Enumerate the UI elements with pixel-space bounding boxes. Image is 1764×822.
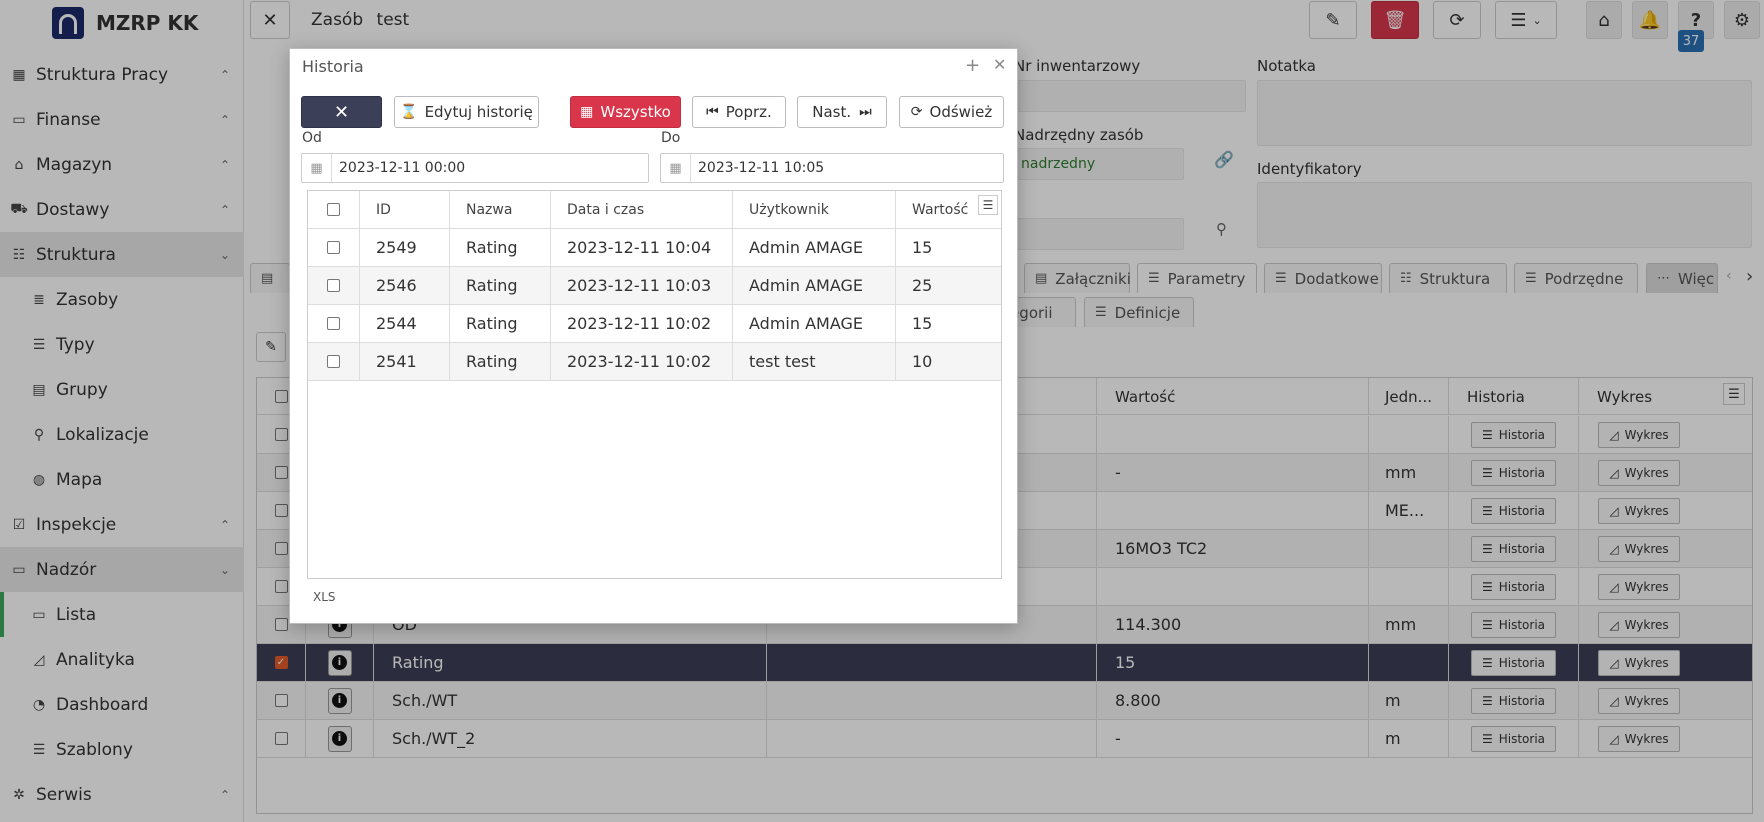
history-id: 2549	[360, 229, 450, 266]
all-label: Wszystko	[600, 103, 671, 121]
history-datetime: 2023-12-11 10:02	[551, 343, 733, 380]
select-all-checkbox[interactable]	[327, 203, 340, 216]
hourglass-icon: ⌛	[400, 104, 418, 120]
calendar-icon[interactable]: ▦	[661, 154, 691, 182]
history-id: 2546	[360, 267, 450, 304]
row-select[interactable]	[308, 229, 360, 266]
history-value: 15	[912, 238, 933, 257]
close-icon: ✕	[333, 101, 350, 123]
history-row[interactable]: 2541 Rating 2023-12-11 10:02 test test 10	[308, 343, 1001, 381]
column-menu-icon[interactable]: ☰	[978, 195, 998, 215]
refresh-history-button[interactable]: ⟳ Odśwież	[899, 96, 1004, 128]
column-header-id[interactable]: ID	[360, 191, 450, 228]
step-backward-icon: ⏮	[706, 104, 719, 120]
history-row[interactable]: 2546 Rating 2023-12-11 10:03 Admin AMAGE 25	[308, 267, 1001, 305]
history-name: Rating	[450, 343, 551, 380]
grid-icon: ▦	[580, 104, 594, 120]
history-name: Rating	[450, 267, 551, 304]
from-date-value: 2023-12-11 00:00	[339, 160, 466, 176]
row-checkbox[interactable]	[327, 317, 340, 330]
edit-history-label: Edytuj historię	[424, 103, 533, 121]
prev-button[interactable]: ⏮ Poprz.	[692, 96, 786, 128]
history-value: 15	[912, 314, 933, 333]
modal-close-button[interactable]: ✕	[301, 96, 382, 128]
step-forward-icon: ⏭	[859, 104, 872, 120]
history-datetime: 2023-12-11 10:03	[551, 267, 733, 304]
refresh-label: Odśwież	[929, 103, 993, 121]
history-value: 25	[912, 276, 933, 295]
history-row[interactable]: 2544 Rating 2023-12-11 10:02 Admin AMAGE 15	[308, 305, 1001, 343]
history-grid: ID Nazwa Data i czas Użytkownik Wartość …	[307, 190, 1002, 579]
history-header-row: ID Nazwa Data i czas Użytkownik Wartość …	[308, 191, 1001, 229]
history-user: Admin AMAGE	[733, 229, 896, 266]
modal-title: Historia	[302, 57, 364, 76]
row-select[interactable]	[308, 343, 360, 380]
modal-close-icon[interactable]: ✕	[993, 55, 1006, 74]
next-label: Nast.	[812, 103, 852, 121]
all-button[interactable]: ▦ Wszystko	[570, 96, 681, 128]
edit-history-button[interactable]: ⌛ Edytuj historię	[394, 96, 539, 128]
history-value: 10	[912, 352, 933, 371]
from-date-field[interactable]: ▦ 2023-12-11 00:00	[301, 153, 649, 183]
to-date-value: 2023-12-11 10:05	[698, 160, 825, 176]
row-checkbox[interactable]	[327, 241, 340, 254]
history-name: Rating	[450, 305, 551, 342]
history-id: 2541	[360, 343, 450, 380]
column-header-uzytkownik[interactable]: Użytkownik	[733, 191, 896, 228]
history-row[interactable]: 2549 Rating 2023-12-11 10:04 Admin AMAGE 15	[308, 229, 1001, 267]
history-user: Admin AMAGE	[733, 305, 896, 342]
calendar-icon[interactable]: ▦	[302, 154, 332, 182]
row-checkbox[interactable]	[327, 279, 340, 292]
row-checkbox[interactable]	[327, 355, 340, 368]
history-datetime: 2023-12-11 10:04	[551, 229, 733, 266]
history-modal: Historia + ✕ ✕ ⌛ Edytuj historię ▦ Wszys…	[289, 48, 1018, 624]
history-datetime: 2023-12-11 10:02	[551, 305, 733, 342]
refresh-icon: ⟳	[910, 104, 923, 120]
to-label: Do	[661, 130, 681, 146]
history-user: test test	[733, 343, 896, 380]
column-header-data[interactable]: Data i czas	[551, 191, 733, 228]
prev-label: Poprz.	[725, 103, 772, 121]
row-select[interactable]	[308, 267, 360, 304]
next-button[interactable]: Nast. ⏭	[797, 96, 887, 128]
row-select[interactable]	[308, 305, 360, 342]
maximize-icon[interactable]: +	[965, 55, 980, 76]
history-name: Rating	[450, 229, 551, 266]
from-label: Od	[302, 130, 322, 146]
history-header-select[interactable]	[308, 191, 360, 228]
column-header-nazwa[interactable]: Nazwa	[450, 191, 551, 228]
history-id: 2544	[360, 305, 450, 342]
to-date-field[interactable]: ▦ 2023-12-11 10:05	[660, 153, 1004, 183]
export-xls-link[interactable]: XLS	[313, 590, 336, 604]
history-user: Admin AMAGE	[733, 267, 896, 304]
